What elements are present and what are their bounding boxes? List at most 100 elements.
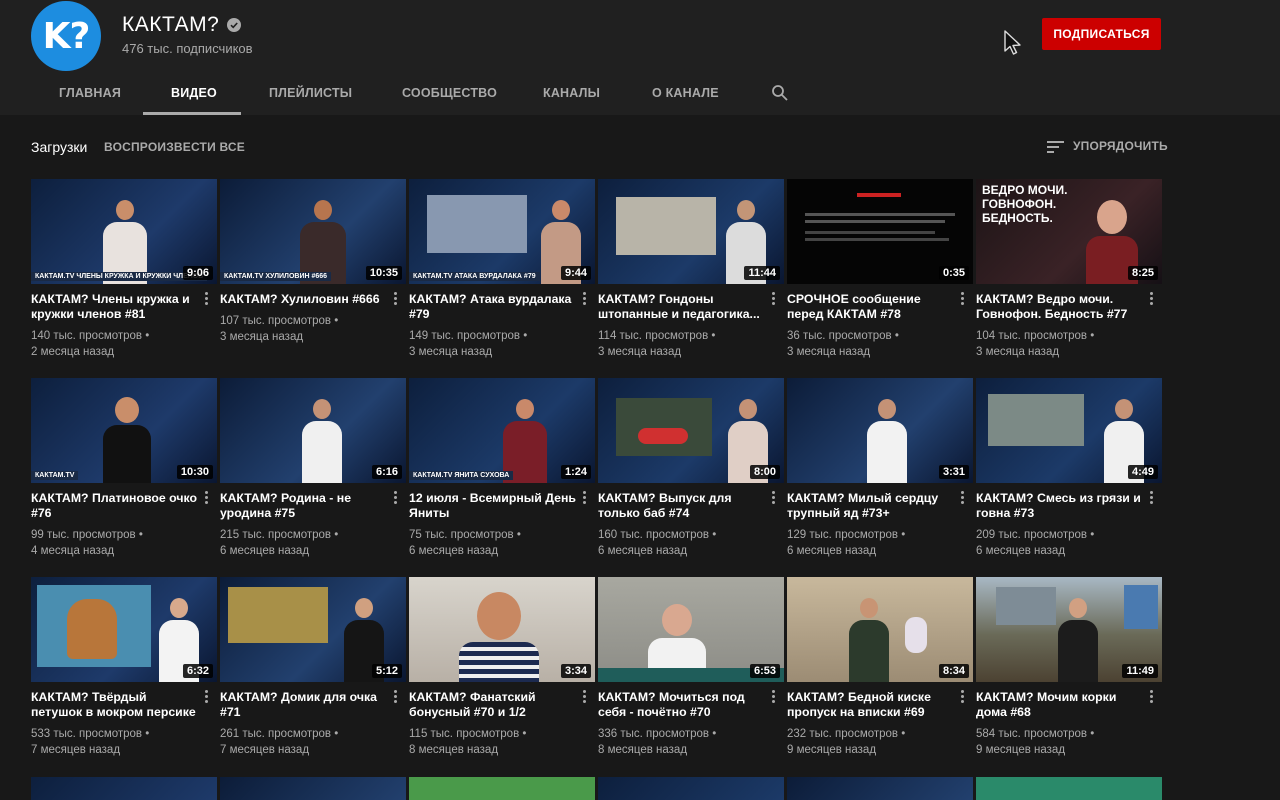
video-card[interactable]: 11:49 КАКТАМ? Мочим корки дома #68 584 т… bbox=[976, 577, 1162, 758]
video-thumbnail[interactable]: 0:35 bbox=[787, 179, 973, 284]
video-thumbnail[interactable]: ВЕДРО МОЧИ. ГОВНОФОН. БЕДНОСТЬ. 8:25 bbox=[976, 179, 1162, 284]
video-card[interactable]: 6:32 КАКТАМ? Твёрдый петушок в мокром пе… bbox=[31, 577, 217, 758]
video-thumbnail[interactable] bbox=[598, 777, 784, 800]
video-title[interactable]: 12 июля - Всемирный День Яниты bbox=[409, 491, 577, 521]
more-options-icon[interactable] bbox=[961, 491, 965, 506]
video-title[interactable]: КАКТАМ? Платиновое очко #76 bbox=[31, 491, 199, 521]
search-icon[interactable] bbox=[771, 84, 789, 102]
more-options-icon[interactable] bbox=[1150, 491, 1154, 506]
upload-age: 3 месяца назад bbox=[409, 346, 493, 358]
more-options-icon[interactable] bbox=[583, 491, 587, 506]
more-options-icon[interactable] bbox=[583, 690, 587, 705]
more-options-icon[interactable] bbox=[205, 292, 209, 307]
more-options-icon[interactable] bbox=[961, 292, 965, 307]
video-title[interactable]: КАКТАМ? Твёрдый петушок в мокром персике… bbox=[31, 690, 199, 720]
video-thumbnail[interactable] bbox=[787, 777, 973, 800]
sort-button[interactable]: УПОРЯДОЧИТЬ bbox=[1073, 139, 1168, 153]
more-options-icon[interactable] bbox=[1150, 292, 1154, 307]
sort-icon[interactable] bbox=[1047, 140, 1065, 154]
more-options-icon[interactable] bbox=[772, 491, 776, 506]
more-options-icon[interactable] bbox=[394, 292, 398, 307]
video-thumbnail[interactable] bbox=[220, 777, 406, 800]
channel-avatar[interactable]: K? bbox=[31, 1, 101, 71]
video-title[interactable]: КАКТАМ? Хулиловин #666 bbox=[220, 292, 388, 307]
video-card[interactable]: 11:44 КАКТАМ? Гондоны штопанные и педаго… bbox=[598, 179, 784, 360]
video-title[interactable]: КАКТАМ? Выпуск для только баб #74 bbox=[598, 491, 766, 521]
video-title[interactable]: КАКТАМ? Члены кружка и кружки членов #81 bbox=[31, 292, 199, 322]
video-thumbnail[interactable]: 8:00 bbox=[598, 378, 784, 483]
video-card[interactable]: КАКТАМ.TV ЯНИТА СУХОВА 1:24 12 июля - Вс… bbox=[409, 378, 595, 559]
video-thumbnail[interactable]: КАКТАМ.TV ЧЛЕНЫ КРУЖКА И КРУЖКИ ЧЛЕНОВ 9… bbox=[31, 179, 217, 284]
video-card[interactable]: КАКТАМ.TV 10:30 КАКТАМ? Платиновое очко … bbox=[31, 378, 217, 559]
video-thumbnail[interactable]: 4:49 bbox=[976, 378, 1162, 483]
video-thumbnail[interactable]: КАКТАМ.TV АТАКА ВУРДАЛАКА #79 9:44 bbox=[409, 179, 595, 284]
video-title[interactable]: КАКТАМ? Мочим корки дома #68 bbox=[976, 690, 1144, 720]
video-thumbnail[interactable]: 5:12 bbox=[220, 577, 406, 682]
video-card[interactable]: 6:16 КАКТАМ? Родина - не уродина #75 215… bbox=[220, 378, 406, 559]
more-options-icon[interactable] bbox=[394, 690, 398, 705]
duration-badge: 6:53 bbox=[749, 664, 780, 678]
video-title[interactable]: КАКТАМ? Родина - не уродина #75 bbox=[220, 491, 388, 521]
video-thumbnail[interactable]: 11:49 bbox=[976, 577, 1162, 682]
tab-about[interactable]: О КАНАЛЕ bbox=[652, 86, 719, 100]
more-options-icon[interactable] bbox=[772, 292, 776, 307]
video-title[interactable]: КАКТАМ? Милый сердцу трупный яд #73+ bbox=[787, 491, 955, 521]
video-card[interactable]: 3:31 КАКТАМ? Милый сердцу трупный яд #73… bbox=[787, 378, 973, 559]
tab-home[interactable]: ГЛАВНАЯ bbox=[59, 86, 121, 100]
video-title[interactable]: КАКТАМ? Атака вурдалака #79 bbox=[409, 292, 577, 322]
subscriber-count: 476 тыс. подписчиков bbox=[122, 41, 253, 56]
duration-badge: 10:30 bbox=[176, 465, 213, 479]
more-options-icon[interactable] bbox=[205, 491, 209, 506]
more-options-icon[interactable] bbox=[205, 690, 209, 705]
duration-badge: 10:35 bbox=[365, 266, 402, 280]
more-options-icon[interactable] bbox=[772, 690, 776, 705]
video-thumbnail[interactable]: КАКТАМ.TV 10:30 bbox=[31, 378, 217, 483]
video-card[interactable]: 8:00 КАКТАМ? Выпуск для только баб #74 1… bbox=[598, 378, 784, 559]
more-options-icon[interactable] bbox=[583, 292, 587, 307]
video-title[interactable]: КАКТАМ? Смесь из грязи и говна #73 bbox=[976, 491, 1144, 521]
video-title[interactable]: СРОЧНОЕ сообщение перед КАКТАМ #78 bbox=[787, 292, 955, 322]
more-options-icon[interactable] bbox=[1150, 690, 1154, 705]
video-thumbnail[interactable] bbox=[409, 777, 595, 800]
video-thumbnail[interactable] bbox=[31, 777, 217, 800]
notice-line bbox=[805, 231, 935, 234]
tab-videos[interactable]: ВИДЕО bbox=[171, 86, 217, 100]
video-card[interactable]: 3:34 КАКТАМ? Фанатский бонусный #70 и 1/… bbox=[409, 577, 595, 758]
video-title[interactable]: КАКТАМ? Ведро мочи. Говнофон. Бедность #… bbox=[976, 292, 1144, 322]
video-card[interactable]: КАКТАМ.TV ХУЛИЛОВИН #666 10:35 КАКТАМ? Х… bbox=[220, 179, 406, 345]
video-title[interactable]: КАКТАМ? Бедной киске пропуск на вписки #… bbox=[787, 690, 955, 720]
video-thumbnail[interactable]: 11:44 bbox=[598, 179, 784, 284]
video-thumbnail[interactable]: 3:31 bbox=[787, 378, 973, 483]
upload-age: 6 месяцев назад bbox=[976, 545, 1066, 557]
subscribe-button[interactable]: ПОДПИСАТЬСЯ bbox=[1042, 18, 1161, 50]
video-thumbnail[interactable]: КАКТАМ.TV ХУЛИЛОВИН #666 10:35 bbox=[220, 179, 406, 284]
video-title[interactable]: КАКТАМ? Домик для очка #71 bbox=[220, 690, 388, 720]
channel-name[interactable]: КАКТАМ? bbox=[122, 13, 219, 37]
video-title[interactable]: КАКТАМ? Гондоны штопанные и педагогика..… bbox=[598, 292, 766, 322]
video-thumbnail[interactable]: 6:53 bbox=[598, 577, 784, 682]
video-card[interactable]: ВЕДРО МОЧИ. ГОВНОФОН. БЕДНОСТЬ. 8:25 КАК… bbox=[976, 179, 1162, 360]
tab-channels[interactable]: КАНАЛЫ bbox=[543, 86, 600, 100]
video-card[interactable]: 5:12 КАКТАМ? Домик для очка #71 261 тыс.… bbox=[220, 577, 406, 758]
more-options-icon[interactable] bbox=[961, 690, 965, 705]
video-thumbnail[interactable]: 6:16 bbox=[220, 378, 406, 483]
video-thumbnail[interactable]: 8:34 bbox=[787, 577, 973, 682]
tab-playlists[interactable]: ПЛЕЙЛИСТЫ bbox=[269, 86, 352, 100]
video-card[interactable]: КАКТАМ.TV АТАКА ВУРДАЛАКА #79 9:44 КАКТА… bbox=[409, 179, 595, 360]
play-all-button[interactable]: ВОСПРОИЗВЕСТИ ВСЕ bbox=[104, 140, 245, 154]
video-thumbnail[interactable] bbox=[976, 777, 1162, 800]
upload-age: 6 месяцев назад bbox=[409, 545, 499, 557]
video-card[interactable]: 0:35 СРОЧНОЕ сообщение перед КАКТАМ #78 … bbox=[787, 179, 973, 360]
video-card[interactable]: 6:53 КАКТАМ? Мочиться под себя - почётно… bbox=[598, 577, 784, 758]
video-title[interactable]: КАКТАМ? Фанатский бонусный #70 и 1/2 bbox=[409, 690, 577, 720]
duration-badge: 0:35 bbox=[938, 266, 969, 280]
video-card[interactable]: 8:34 КАКТАМ? Бедной киске пропуск на впи… bbox=[787, 577, 973, 758]
video-thumbnail[interactable]: КАКТАМ.TV ЯНИТА СУХОВА 1:24 bbox=[409, 378, 595, 483]
video-thumbnail[interactable]: 6:32 bbox=[31, 577, 217, 682]
video-thumbnail[interactable]: 3:34 bbox=[409, 577, 595, 682]
video-card[interactable]: КАКТАМ.TV ЧЛЕНЫ КРУЖКА И КРУЖКИ ЧЛЕНОВ 9… bbox=[31, 179, 217, 360]
more-options-icon[interactable] bbox=[394, 491, 398, 506]
video-title[interactable]: КАКТАМ? Мочиться под себя - почётно #70 bbox=[598, 690, 766, 720]
video-card[interactable]: 4:49 КАКТАМ? Смесь из грязи и говна #73 … bbox=[976, 378, 1162, 559]
tab-community[interactable]: СООБЩЕСТВО bbox=[402, 86, 497, 100]
